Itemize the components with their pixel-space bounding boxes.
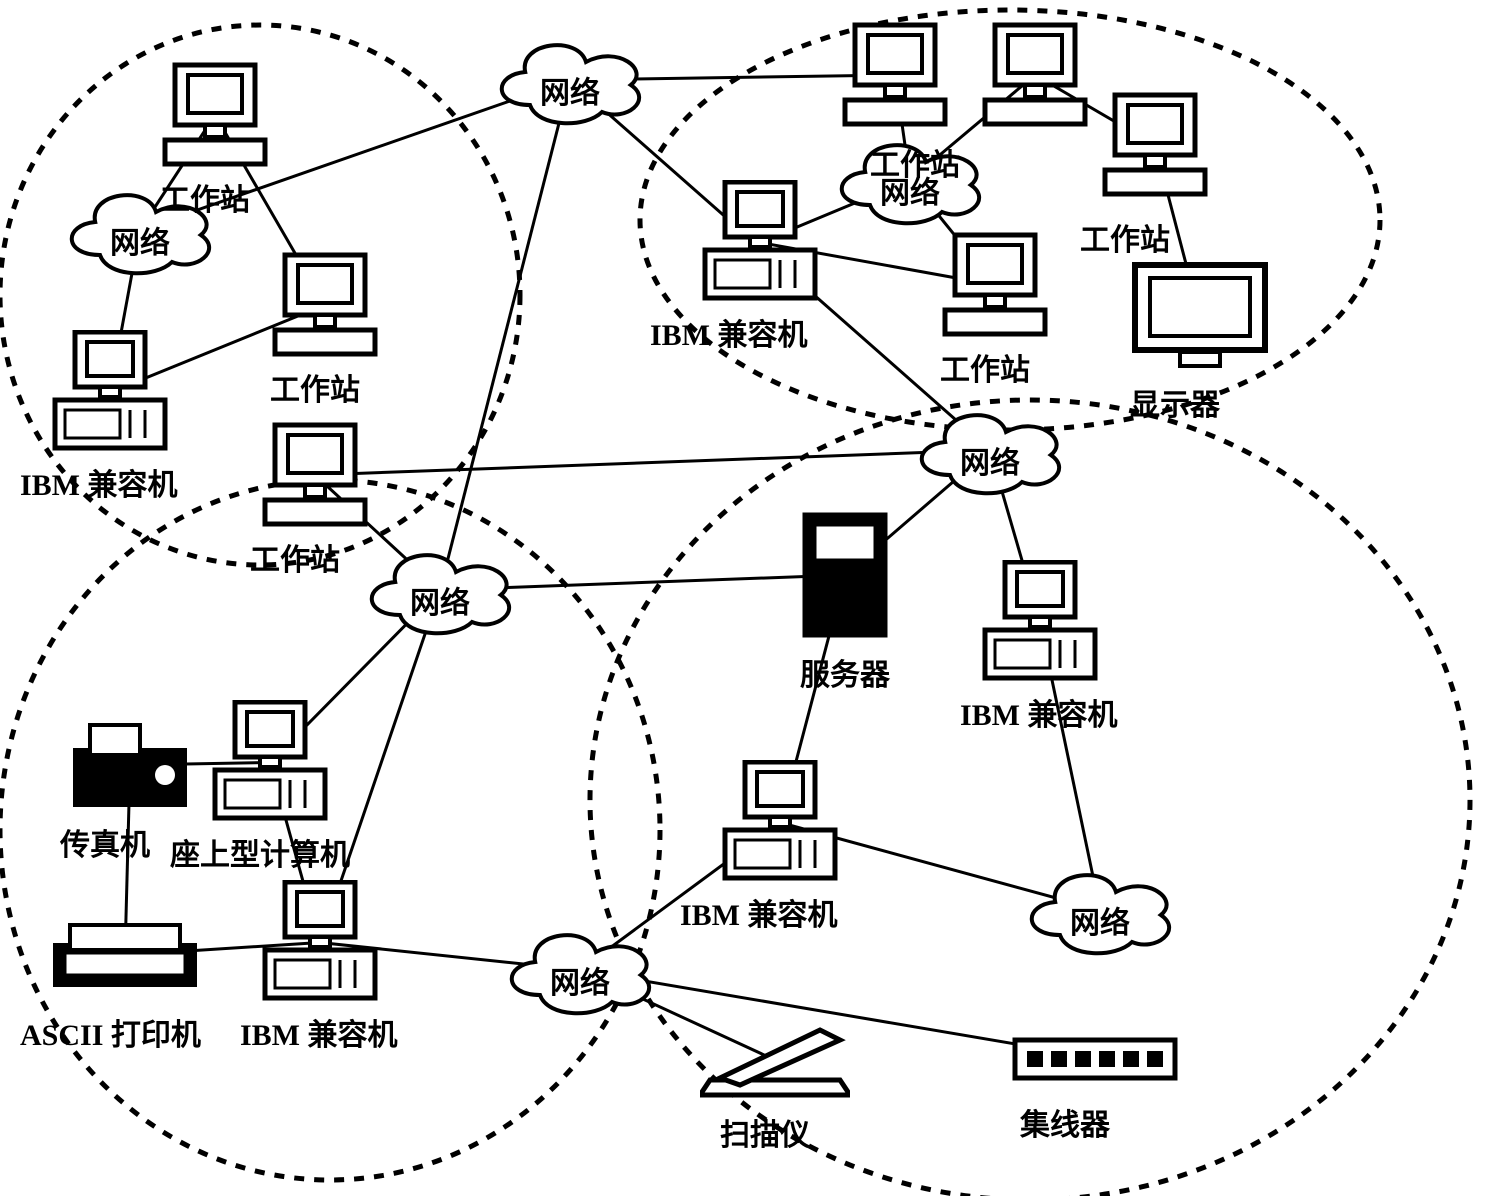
monitor-icon: [1130, 260, 1270, 375]
node-label: 扫描仪: [720, 1110, 810, 1154]
network-diagram: 网络网络网络网络网络网络网络工作站工作站IBM 兼容机工作站工作站IBM 兼容机…: [0, 0, 1489, 1196]
pc-icon: [700, 180, 820, 305]
node-label: 工作站: [270, 365, 360, 409]
hub-icon: [1010, 1030, 1180, 1085]
workstation-icon: [1100, 90, 1210, 200]
cloud-label: 网络: [60, 218, 220, 262]
node-label: IBM 兼容机: [20, 460, 178, 504]
node-label: 工作站: [940, 345, 1030, 389]
network-cloud: 网络: [490, 30, 650, 135]
network-cloud: 网络: [500, 920, 660, 1025]
node-label: ASCII 打印机: [20, 1010, 201, 1054]
node-label: 工作站: [870, 140, 960, 184]
fax-icon: [70, 720, 190, 810]
pc-icon: [980, 560, 1100, 685]
printer-icon: [50, 920, 200, 990]
workstation-icon: [840, 20, 950, 130]
node-label: IBM 兼容机: [240, 1010, 398, 1054]
pc-icon: [720, 760, 840, 885]
node-label: 服务器: [800, 650, 890, 694]
node-label: IBM 兼容机: [650, 310, 808, 354]
node-label: 传真机: [60, 820, 150, 864]
pc-icon: [210, 700, 330, 825]
node-label: 显示器: [1130, 380, 1220, 424]
node-label: 工作站: [160, 175, 250, 219]
workstation-icon: [270, 250, 380, 360]
network-cloud: 网络: [1020, 860, 1180, 965]
workstation-icon: [260, 420, 370, 530]
workstation-icon: [940, 230, 1050, 340]
workstation-icon: [980, 20, 1090, 130]
pc-icon: [260, 880, 380, 1005]
workstation-icon: [160, 60, 270, 170]
node-label: 座上型计算机: [170, 830, 350, 874]
cloud-label: 网络: [500, 958, 660, 1002]
node-label: 集线器: [1020, 1100, 1110, 1144]
cloud-label: 网络: [490, 68, 650, 112]
node-label: IBM 兼容机: [960, 690, 1118, 734]
scanner-icon: [700, 1020, 850, 1100]
cloud-label: 网络: [1020, 898, 1180, 942]
node-label: IBM 兼容机: [680, 890, 838, 934]
cloud-label: 网络: [910, 438, 1070, 482]
pc-icon: [50, 330, 170, 455]
server-icon: [800, 510, 890, 640]
network-cloud: 网络: [360, 540, 520, 645]
node-label: 工作站: [250, 535, 340, 579]
node-label: 工作站: [1080, 215, 1170, 259]
cloud-label: 网络: [360, 578, 520, 622]
network-cloud: 网络: [910, 400, 1070, 505]
